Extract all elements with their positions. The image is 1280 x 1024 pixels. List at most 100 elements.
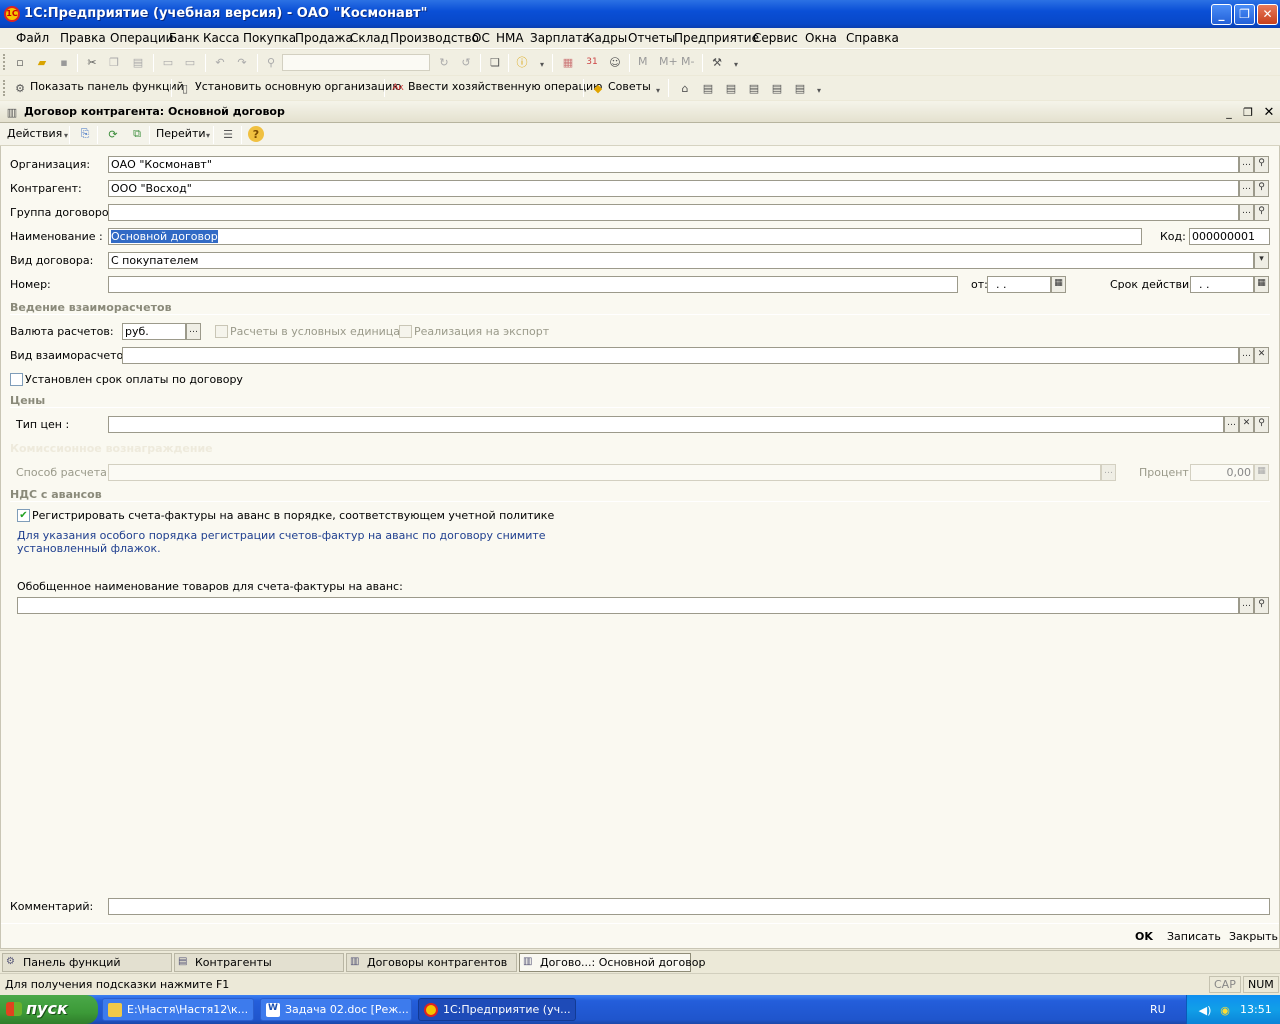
menu-os[interactable]: ОС bbox=[472, 31, 490, 45]
currency-field[interactable]: руб. bbox=[122, 323, 186, 340]
settlement-kind-clear-icon[interactable]: ✕ bbox=[1254, 347, 1269, 364]
volume-icon[interactable]: ◀) bbox=[1197, 1002, 1213, 1018]
percent-calc-icon[interactable]: ▦ bbox=[1254, 464, 1269, 481]
network-icon[interactable]: ◉ bbox=[1217, 1002, 1233, 1018]
payment-term-checkbox[interactable] bbox=[10, 373, 23, 386]
menu-bank[interactable]: Банк bbox=[169, 31, 200, 45]
org-field[interactable]: ОАО "Космонавт" bbox=[108, 156, 1239, 173]
save-close-icon[interactable]: ⎘ bbox=[77, 126, 93, 142]
task-1c[interactable]: 1С:Предприятие (уч... bbox=[418, 998, 576, 1021]
group-open-icon[interactable]: ⚲ bbox=[1254, 204, 1269, 221]
currency-select-button[interactable]: … bbox=[186, 323, 201, 340]
price-type-field[interactable] bbox=[108, 416, 1224, 433]
memory-minus-button[interactable]: M- bbox=[681, 55, 694, 68]
code-field[interactable]: 000000001 bbox=[1189, 228, 1270, 245]
cut-icon[interactable]: ✂ bbox=[84, 54, 100, 70]
group-field[interactable] bbox=[108, 204, 1239, 221]
search-combo[interactable] bbox=[282, 54, 430, 71]
menu-operations[interactable]: Операции bbox=[110, 31, 173, 45]
percent-field[interactable]: 0,00 bbox=[1190, 464, 1254, 481]
contract-kind-select[interactable]: С покупателем bbox=[108, 252, 1254, 269]
menu-reports[interactable]: Отчеты bbox=[628, 31, 675, 45]
from-date-calendar-icon[interactable]: ▦ bbox=[1051, 276, 1066, 293]
menu-purchase[interactable]: Покупка bbox=[243, 31, 296, 45]
paste-icon[interactable]: ▤ bbox=[130, 54, 146, 70]
menu-salary[interactable]: Зарплата bbox=[530, 31, 590, 45]
cash-icon[interactable]: ▤ bbox=[700, 80, 716, 96]
help-icon[interactable]: ? bbox=[248, 126, 264, 142]
report-icon[interactable]: ▤ bbox=[792, 80, 808, 96]
menu-windows[interactable]: Окна bbox=[805, 31, 837, 45]
contract-kind-dropdown-icon[interactable]: ▾ bbox=[1254, 252, 1269, 269]
org-select-button[interactable]: … bbox=[1239, 156, 1254, 173]
copy-document-icon[interactable]: ⧉ bbox=[129, 126, 145, 142]
find-icon[interactable]: ⚲ bbox=[263, 54, 279, 70]
task-word[interactable]: W Задача 02.doc [Реж... bbox=[260, 998, 412, 1021]
print-icon[interactable]: ▭ bbox=[160, 54, 176, 70]
structure-icon[interactable]: ☰ bbox=[220, 126, 236, 142]
goto-menu[interactable]: Перейти bbox=[156, 127, 206, 140]
register-invoices-checkbox[interactable]: ✔ bbox=[17, 509, 30, 522]
show-function-panel-button[interactable]: Показать панель функций bbox=[30, 80, 184, 93]
maximize-button[interactable]: ❐ bbox=[1234, 4, 1255, 25]
validity-field[interactable]: . . bbox=[1190, 276, 1254, 293]
info-icon[interactable]: ⓘ bbox=[514, 54, 530, 70]
minimize-button[interactable]: _ bbox=[1211, 4, 1232, 25]
counterparty-select-button[interactable]: … bbox=[1239, 180, 1254, 197]
info-dropdown-icon[interactable]: ▾ bbox=[534, 56, 550, 72]
doc-close-icon[interactable]: ✕ bbox=[1261, 104, 1277, 120]
menu-sale[interactable]: Продажа bbox=[295, 31, 353, 45]
calc-method-field[interactable] bbox=[108, 464, 1101, 481]
menu-service[interactable]: Сервис bbox=[753, 31, 798, 45]
name-field[interactable]: Основной договор bbox=[108, 228, 1142, 245]
org-open-icon[interactable]: ⚲ bbox=[1254, 156, 1269, 173]
generic-name-select-button[interactable]: … bbox=[1239, 597, 1254, 614]
tab-counterparties[interactable]: ▤ Контрагенты bbox=[174, 953, 344, 972]
tips-button[interactable]: Советы bbox=[608, 80, 651, 93]
from-date-field[interactable]: . . bbox=[987, 276, 1051, 293]
calculator-icon[interactable]: ▦ bbox=[560, 54, 576, 70]
menu-cash[interactable]: Касса bbox=[203, 31, 239, 45]
menu-hr[interactable]: Кадры bbox=[586, 31, 627, 45]
menu-warehouse[interactable]: Склад bbox=[350, 31, 389, 45]
toolbar-more-icon[interactable]: ▾ bbox=[811, 82, 827, 98]
task-explorer[interactable]: E:\Настя\Настя12\к... bbox=[102, 998, 254, 1021]
group-select-button[interactable]: … bbox=[1239, 204, 1254, 221]
actions-menu[interactable]: Действия bbox=[7, 127, 62, 140]
start-button[interactable]: пуск bbox=[0, 995, 98, 1024]
find-next-icon[interactable]: ↻ bbox=[436, 54, 452, 70]
tools-icon[interactable]: ⚒ bbox=[709, 54, 725, 70]
copy-icon[interactable]: ❐ bbox=[106, 54, 122, 70]
close-button[interactable]: ✕ bbox=[1257, 4, 1278, 25]
doc-restore-icon[interactable]: ❐ bbox=[1240, 104, 1256, 120]
reread-icon[interactable]: ⟳ bbox=[105, 126, 121, 142]
sale-icon[interactable]: ▤ bbox=[746, 80, 762, 96]
tips-dropdown-icon[interactable]: ▾ bbox=[650, 82, 666, 98]
menu-nma[interactable]: НМА bbox=[496, 31, 524, 45]
price-type-open-icon[interactable]: ⚲ bbox=[1254, 416, 1269, 433]
open-folder-icon[interactable]: ▰ bbox=[34, 54, 50, 70]
menu-production[interactable]: Производство bbox=[390, 31, 479, 45]
menu-enterprise[interactable]: Предприятие bbox=[674, 31, 759, 45]
print-preview-icon[interactable]: ▭ bbox=[182, 54, 198, 70]
validity-calendar-icon[interactable]: ▦ bbox=[1254, 276, 1269, 293]
close-doc-button[interactable]: Закрыть bbox=[1229, 930, 1278, 943]
price-type-clear-icon[interactable]: ✕ bbox=[1239, 416, 1254, 433]
undo-icon[interactable]: ↶ bbox=[212, 54, 228, 70]
calc-method-select-button[interactable]: … bbox=[1101, 464, 1116, 481]
calendar-icon[interactable]: 31 bbox=[584, 54, 600, 70]
settlement-kind-select-button[interactable]: … bbox=[1239, 347, 1254, 364]
conv-units-checkbox[interactable] bbox=[215, 325, 228, 338]
memory-plus-button[interactable]: M+ bbox=[659, 55, 678, 68]
tab-contracts[interactable]: ▥ Договоры контрагентов bbox=[346, 953, 517, 972]
save-icon[interactable]: ▪ bbox=[56, 54, 72, 70]
users-icon[interactable]: ☺ bbox=[607, 54, 623, 70]
windows-icon[interactable]: ❏ bbox=[487, 54, 503, 70]
comment-field[interactable] bbox=[108, 898, 1270, 915]
generic-name-open-icon[interactable]: ⚲ bbox=[1254, 597, 1269, 614]
save-button[interactable]: Записать bbox=[1167, 930, 1221, 943]
purchase-icon[interactable]: ▤ bbox=[723, 80, 739, 96]
counterparty-open-icon[interactable]: ⚲ bbox=[1254, 180, 1269, 197]
menu-help[interactable]: Справка bbox=[846, 31, 899, 45]
counterparty-field[interactable]: ООО "Восход" bbox=[108, 180, 1239, 197]
